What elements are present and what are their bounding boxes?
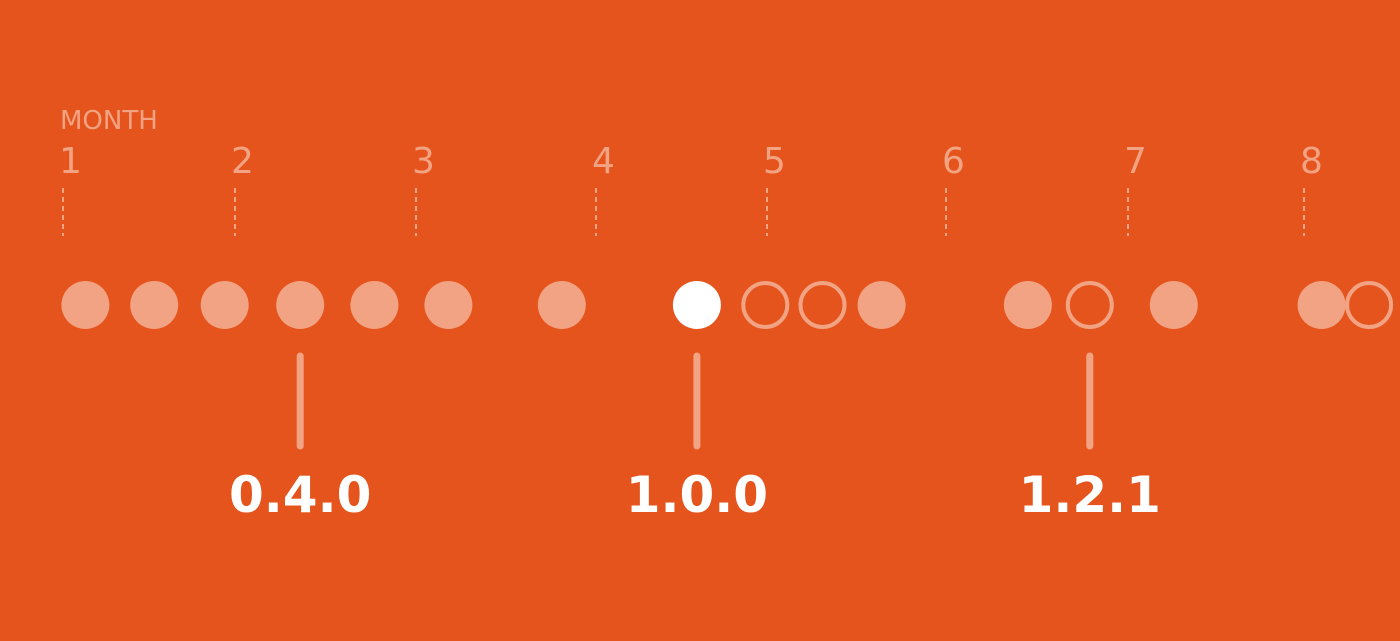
release-dot <box>537 281 586 329</box>
month-label: 3 <box>412 141 435 182</box>
release-dot <box>424 281 473 329</box>
month-label: 7 <box>1124 141 1147 182</box>
release-dot <box>276 281 325 329</box>
release-dot <box>1297 281 1346 329</box>
month-label: 8 <box>1300 141 1323 182</box>
release-timeline: MONTH 1 2 3 4 5 6 7 8 0.4.0 1.0.0 1.2.1 <box>0 0 1400 641</box>
version-callouts: 0.4.0 1.0.0 1.2.1 <box>229 352 1161 524</box>
version-label: 0.4.0 <box>229 466 371 524</box>
release-dot <box>1003 281 1052 329</box>
month-ticks: 1 2 3 4 5 6 7 8 <box>59 141 1323 236</box>
release-dots <box>61 281 1394 329</box>
version-label: 1.2.1 <box>1019 466 1161 524</box>
release-dot <box>130 281 179 329</box>
month-label: 5 <box>763 141 786 182</box>
release-dot <box>1149 281 1198 329</box>
release-dot <box>350 281 399 329</box>
release-dot <box>857 281 906 329</box>
month-label: 6 <box>942 141 965 182</box>
release-dot-outline <box>741 281 790 329</box>
release-dot <box>200 281 249 329</box>
timeline-svg: MONTH 1 2 3 4 5 6 7 8 0.4.0 1.0.0 1.2.1 <box>59 106 1394 524</box>
release-dot <box>61 281 110 329</box>
month-label: 4 <box>592 141 615 182</box>
release-dot-highlight <box>672 281 721 329</box>
month-label: 2 <box>231 141 254 182</box>
version-label: 1.0.0 <box>626 466 768 524</box>
release-dot-outline <box>798 281 847 329</box>
release-dot-outline <box>1065 281 1114 329</box>
release-dot-outline <box>1345 281 1394 329</box>
month-label: 1 <box>59 141 82 182</box>
axis-label: MONTH <box>60 106 158 136</box>
